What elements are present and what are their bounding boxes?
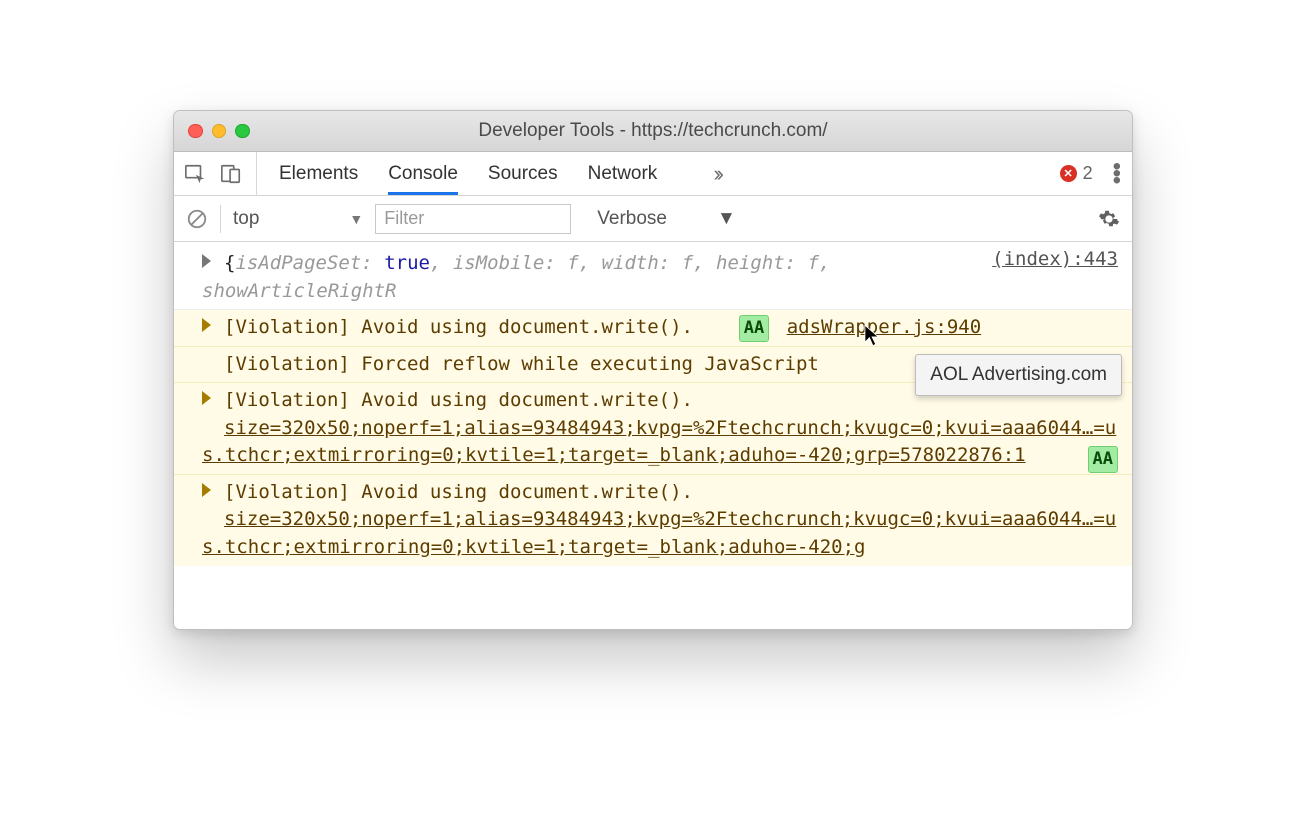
- source-link[interactable]: adsWrapper.js:940: [787, 316, 981, 338]
- toolbar-divider: [220, 205, 221, 233]
- filter-input[interactable]: [375, 204, 571, 234]
- console-message: [Violation] Avoid using document.write()…: [224, 316, 693, 338]
- disclosure-triangle-icon[interactable]: [202, 391, 211, 405]
- console-output: (index):443 {isAdPageSet: true, isMobile…: [174, 242, 1132, 629]
- product-badge[interactable]: AA: [1088, 446, 1118, 473]
- chevron-down-icon: ▼: [717, 208, 736, 230]
- main-tabs: Elements Console Sources Network ›› 2 ••…: [174, 152, 1132, 196]
- disclosure-triangle-icon[interactable]: [202, 254, 211, 268]
- zoom-window-button[interactable]: [235, 124, 250, 139]
- tab-sources[interactable]: Sources: [488, 152, 558, 195]
- device-toolbar-icon[interactable]: [220, 163, 242, 185]
- error-icon: [1060, 165, 1077, 182]
- close-window-button[interactable]: [188, 124, 203, 139]
- titlebar: Developer Tools - https://techcrunch.com…: [174, 111, 1132, 152]
- console-toolbar: top ▼ Verbose ▼: [174, 196, 1132, 242]
- console-message: [Violation] Avoid using document.write()…: [224, 389, 693, 411]
- chevron-down-icon: ▼: [349, 211, 363, 227]
- console-url[interactable]: size=320x50;noperf=1;alias=93484943;kvpg…: [202, 508, 1116, 558]
- console-url[interactable]: size=320x50;noperf=1;alias=93484943;kvpg…: [202, 417, 1116, 467]
- tab-elements[interactable]: Elements: [279, 152, 358, 195]
- devtools-window: Developer Tools - https://techcrunch.com…: [173, 110, 1133, 630]
- traffic-lights: [174, 124, 250, 139]
- console-message: [Violation] Avoid using document.write()…: [224, 481, 693, 503]
- more-tabs-icon[interactable]: ››: [713, 161, 720, 187]
- console-row: {isAdPageSet: true, isMobile: f, width: …: [174, 246, 1132, 310]
- toolbar-left-group: [184, 152, 257, 195]
- product-badge[interactable]: AA: [739, 315, 769, 342]
- level-label: Verbose: [597, 208, 667, 230]
- disclosure-triangle-icon[interactable]: [202, 483, 211, 497]
- console-row: [Violation] Avoid using document.write()…: [174, 310, 1132, 347]
- tab-network[interactable]: Network: [588, 152, 658, 195]
- console-message: [Violation] Forced reflow while executin…: [224, 353, 819, 375]
- minimize-window-button[interactable]: [212, 124, 227, 139]
- console-object[interactable]: {isAdPageSet: true, isMobile: f, width: …: [202, 252, 830, 302]
- error-count[interactable]: 2: [1060, 163, 1099, 184]
- kebab-menu-icon[interactable]: •••: [1113, 163, 1122, 185]
- console-row: [Violation] Avoid using document.write()…: [174, 475, 1132, 566]
- execution-context-select[interactable]: top ▼: [233, 208, 363, 230]
- error-count-number: 2: [1083, 163, 1093, 184]
- tab-console[interactable]: Console: [388, 152, 458, 195]
- badge-tooltip: AOL Advertising.com: [915, 354, 1122, 396]
- context-label: top: [233, 208, 259, 230]
- window-title: Developer Tools - https://techcrunch.com…: [174, 120, 1132, 142]
- tab-list: Elements Console Sources Network ››: [257, 152, 720, 195]
- gear-icon[interactable]: [1098, 208, 1120, 230]
- inspect-element-icon[interactable]: [184, 163, 206, 185]
- clear-console-icon[interactable]: [186, 208, 208, 230]
- log-level-select[interactable]: Verbose ▼: [597, 208, 736, 230]
- disclosure-triangle-icon[interactable]: [202, 318, 211, 332]
- console-row: [Violation] Avoid using document.write()…: [174, 383, 1132, 475]
